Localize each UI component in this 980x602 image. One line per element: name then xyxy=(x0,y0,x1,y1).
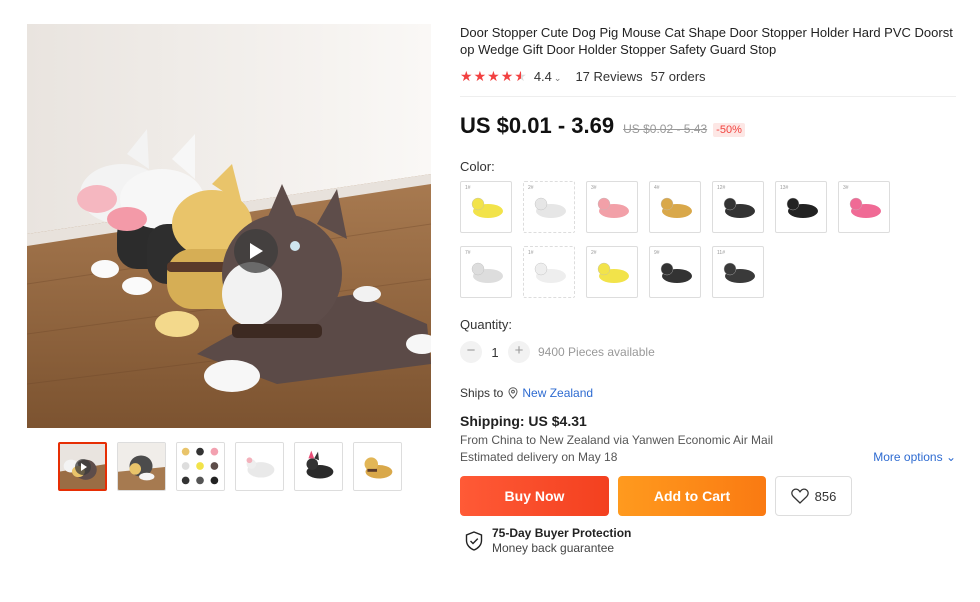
heart-icon xyxy=(790,488,809,504)
reviews-link[interactable]: 17 Reviews xyxy=(575,69,642,84)
thumb-video[interactable] xyxy=(58,442,107,491)
wishlist-count: 856 xyxy=(814,488,837,504)
swatch-tag: 4# xyxy=(654,185,660,191)
quantity-label: Quantity: xyxy=(460,317,513,332)
protection-subtitle: Money back guarantee xyxy=(492,541,615,555)
swatch-tag: 1# xyxy=(465,185,471,191)
increase-quantity-button[interactable]: + xyxy=(508,341,530,363)
protection-title: 75-Day Buyer Protection xyxy=(492,526,632,540)
action-buttons: Buy Now Add to Cart 856 xyxy=(460,476,960,516)
chevron-down-icon: ⌄ xyxy=(553,72,562,83)
location-pin-icon xyxy=(508,387,518,399)
more-options-link[interactable]: More options ⌄ xyxy=(873,450,956,464)
swatch-figure xyxy=(534,262,566,283)
current-price: US $0.01 - 3.69 xyxy=(460,113,615,138)
swatch-tag: 12# xyxy=(717,185,726,191)
swatch-tag: 9# xyxy=(654,250,660,256)
divider xyxy=(460,96,956,97)
swatch-figure xyxy=(471,262,503,283)
quantity-stepper: − 1 + 9400 Pieces available xyxy=(460,341,960,363)
swatch-tag: 7# xyxy=(465,250,471,256)
swatch-figure xyxy=(471,197,503,218)
star-icon: ★ xyxy=(487,68,500,84)
delivery-row: Estimated delivery on May 18 More option… xyxy=(460,450,956,464)
ships-to-row: Ships to New Zealand xyxy=(460,386,960,400)
rating-stars[interactable]: ★ ★ ★ ★ ★ xyxy=(460,69,527,83)
star-icon: ★ xyxy=(473,68,487,84)
swatch-figure xyxy=(660,262,692,283)
swatch-tag: 11# xyxy=(717,250,725,256)
orders-count: 57 orders xyxy=(650,68,706,84)
swatch-figure xyxy=(723,262,755,283)
buyer-protection: 75-Day Buyer Protection Money back guara… xyxy=(465,526,960,556)
swatch-tag: 3# xyxy=(591,185,597,191)
star-half-icon: ★ xyxy=(514,68,527,84)
play-icon xyxy=(75,459,91,475)
color-swatch-dog-yellow[interactable]: 4# xyxy=(649,181,701,233)
thumb-mouse-white[interactable] xyxy=(235,442,284,491)
product-detail: Door Stopper Cute Dog Pig Mouse Cat Shap… xyxy=(460,24,960,556)
main-product-image[interactable] xyxy=(27,24,431,428)
color-swatch-mouse-white[interactable]: 2# xyxy=(523,181,575,233)
swatch-tag: 1# xyxy=(528,250,534,256)
wishlist-button[interactable]: 856 xyxy=(775,476,852,516)
play-icon xyxy=(250,243,263,259)
quantity-input[interactable]: 1 xyxy=(482,345,508,360)
swatch-figure xyxy=(534,197,566,218)
price-row: US $0.01 - 3.69 US $0.02 - 5.43 -50% xyxy=(460,113,960,139)
add-to-cart-button[interactable]: Add to Cart xyxy=(618,476,766,516)
color-swatch-cat-black[interactable]: 13# xyxy=(775,181,827,233)
play-video-button[interactable] xyxy=(234,229,278,273)
color-swatch-mouse-white-2[interactable]: 1# xyxy=(523,246,575,298)
original-price: US $0.02 - 5.43 xyxy=(623,122,708,136)
color-swatch-bullterrier-black[interactable]: 12# xyxy=(712,181,764,233)
color-swatch-dog-black[interactable]: 11# xyxy=(712,246,764,298)
swatch-tag: 13# xyxy=(780,185,789,191)
color-swatch-cat-pink[interactable]: 3# xyxy=(838,181,890,233)
product-photo xyxy=(27,24,431,428)
swatch-figure xyxy=(660,197,692,218)
swatch-figure xyxy=(723,197,755,218)
shield-check-icon xyxy=(465,531,483,551)
color-swatch-pig-pink[interactable]: 3# xyxy=(586,181,638,233)
swatch-figure xyxy=(597,262,629,283)
star-icon: ★ xyxy=(460,68,473,84)
ships-to-label: Ships to xyxy=(460,386,504,400)
swatch-figure xyxy=(849,197,881,218)
rating-value[interactable]: 4.4 ⌄ xyxy=(534,69,562,84)
thumbnail-strip xyxy=(58,442,402,491)
shipping-method: From China to New Zealand via Yanwen Eco… xyxy=(460,433,774,447)
swatch-tag: 3# xyxy=(843,185,849,191)
swatch-figure xyxy=(597,197,629,218)
color-swatches: 1# 2# 3# 4# 12# 13# 3# 7# 1# 2# 9# 11# xyxy=(460,181,900,298)
swatch-tag: 2# xyxy=(591,250,597,256)
buy-now-button[interactable]: Buy Now xyxy=(460,476,609,516)
chevron-down-icon: ⌄ xyxy=(945,450,956,464)
ship-country-link[interactable]: New Zealand xyxy=(522,386,593,400)
thumb-variants-grid[interactable] xyxy=(176,442,225,491)
thumb-dog-yellow[interactable] xyxy=(353,442,402,491)
swatch-tag: 2# xyxy=(528,185,534,191)
color-swatch-dog-white[interactable]: 7# xyxy=(460,246,512,298)
product-title: Door Stopper Cute Dog Pig Mouse Cat Shap… xyxy=(460,25,953,57)
swatch-figure xyxy=(786,197,818,218)
shipping-price: Shipping: US $4.31 xyxy=(460,413,587,429)
color-swatch-rabbit-yellow-2[interactable]: 2# xyxy=(586,246,638,298)
stock-available: 9400 Pieces available xyxy=(538,345,655,359)
color-swatch-rabbit-yellow[interactable]: 1# xyxy=(460,181,512,233)
star-icon: ★ xyxy=(500,68,514,84)
thumb-dog-gray[interactable] xyxy=(117,442,166,491)
decrease-quantity-button[interactable]: − xyxy=(460,341,482,363)
thumb-cat-black[interactable] xyxy=(294,442,343,491)
color-swatch-pig-black[interactable]: 9# xyxy=(649,246,701,298)
discount-badge: -50% xyxy=(713,123,745,137)
rating-row: ★ ★ ★ ★ ★ 4.4 ⌄ 17 Reviews 57 orders xyxy=(460,67,960,85)
estimated-delivery: Estimated delivery on May 18 xyxy=(460,450,618,464)
color-label: Color: xyxy=(460,159,495,174)
